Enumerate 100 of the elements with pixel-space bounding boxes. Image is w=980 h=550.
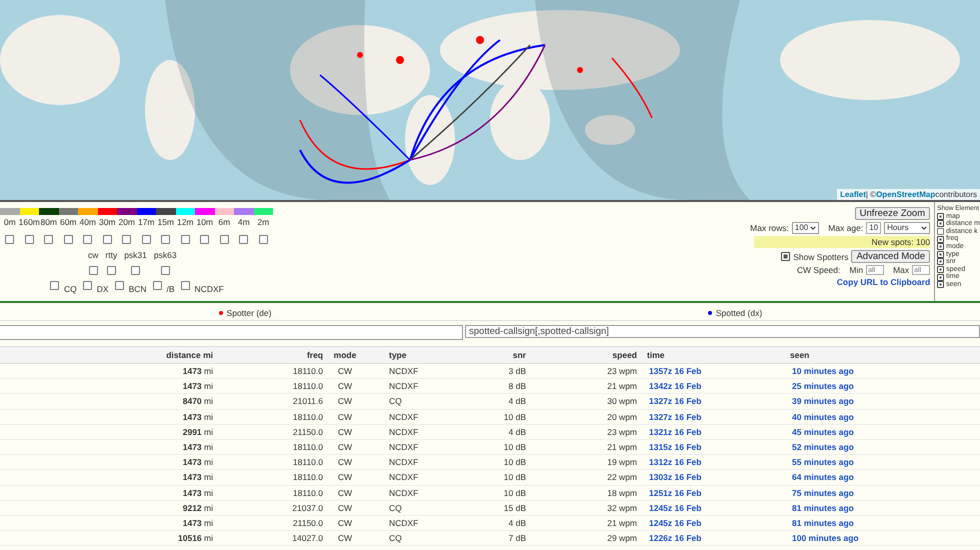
table-cell-text: 1473 mi	[182, 412, 213, 422]
band-checkbox[interactable]	[102, 235, 112, 244]
spotted-filter-field[interactable]: spotted-callsign[,spotted-callsign]	[465, 325, 980, 338]
table-link[interactable]: 1226z 16 Feb	[637, 533, 792, 544]
element-checkbox[interactable]	[937, 281, 944, 288]
table-link[interactable]: 1315z 16 Feb	[637, 442, 792, 452]
table-cell-text: CW	[336, 366, 354, 376]
table-link[interactable]: 1327z 16 Feb	[637, 412, 792, 422]
column-header[interactable]: mode	[325, 350, 365, 360]
band-checkbox[interactable]	[24, 235, 34, 244]
table-cell-text: 21011.6	[292, 396, 323, 406]
mode-label: psk63	[154, 250, 177, 260]
spotter-filter-field[interactable]	[0, 325, 463, 340]
table-link[interactable]: 1357z 16 Feb	[637, 366, 792, 376]
mode-checkbox[interactable]	[131, 266, 140, 275]
mode-checkbox[interactable]	[106, 266, 116, 275]
mode-checkbox[interactable]	[88, 266, 98, 275]
band-checkbox[interactable]	[258, 235, 268, 244]
age-unit-select[interactable]: Hours	[884, 222, 930, 234]
table-cell-text: 18110.0	[292, 366, 323, 376]
band-label: 15m	[157, 217, 174, 227]
table-link[interactable]: 1245z 16 Feb	[637, 502, 792, 513]
column-header[interactable]: distance mi	[0, 350, 213, 360]
band-checkbox[interactable]	[220, 235, 229, 244]
table-link[interactable]: 1342z 16 Feb	[637, 381, 792, 392]
copy-url-link[interactable]: Copy URL to Clipboard	[836, 277, 930, 287]
type-checkbox[interactable]	[82, 281, 92, 290]
table-cell-text: CW	[336, 472, 354, 482]
table-cell-text: 18110.0	[292, 472, 323, 482]
table-link[interactable]: 81 minutes ago	[792, 502, 942, 513]
show-spotters-checkbox[interactable]	[781, 252, 790, 261]
element-checkbox[interactable]	[937, 250, 944, 258]
element-checkbox[interactable]	[937, 212, 944, 220]
element-checkbox[interactable]	[937, 258, 944, 266]
max-rows-select[interactable]: 100	[792, 222, 820, 234]
band-label: 80m	[40, 217, 58, 227]
table-cell-text: 8470 mi	[182, 396, 213, 406]
table-link[interactable]: 1251z 16 Feb	[637, 488, 792, 498]
element-checkbox[interactable]	[937, 274, 944, 281]
table-cell-text: 15 dB	[502, 502, 526, 513]
table-link[interactable]: 25 minutes ago	[792, 381, 942, 392]
column-header[interactable]: freq	[213, 350, 323, 360]
element-checkbox[interactable]	[937, 236, 944, 243]
element-checkbox[interactable]	[937, 266, 944, 274]
table-cell-text: 10 dB	[502, 412, 526, 422]
table-link[interactable]: 81 minutes ago	[792, 518, 942, 528]
band-label: 2m	[257, 217, 270, 227]
table-cell-text: 1473 mi	[182, 518, 213, 528]
table-link[interactable]: 39 minutes ago	[792, 396, 942, 406]
column-header[interactable]: time	[637, 350, 790, 360]
band-checkbox[interactable]	[161, 235, 170, 244]
band-checkbox[interactable]	[83, 235, 92, 244]
openstreetmap-link[interactable]: OpenStreetMap	[876, 190, 936, 199]
type-checkbox[interactable]	[152, 281, 162, 290]
table-link[interactable]: 100 minutes ago	[792, 533, 942, 544]
table-cell-text: CW	[336, 457, 354, 468]
table-cell-text: 10 dB	[502, 488, 526, 498]
table-link[interactable]: 1245z 16 Feb	[637, 518, 792, 528]
band-checkbox[interactable]	[122, 235, 132, 244]
band-checkbox[interactable]	[200, 235, 210, 244]
element-checkbox[interactable]	[937, 243, 944, 250]
column-header[interactable]: snr	[459, 350, 526, 360]
band-checkbox[interactable]	[180, 235, 190, 244]
table-link[interactable]: 1312z 16 Feb	[637, 457, 792, 468]
table-link[interactable]: 75 minutes ago	[792, 488, 942, 498]
element-checkbox[interactable]	[937, 220, 944, 228]
column-header[interactable]: type	[365, 350, 459, 360]
mode-label: rtty	[105, 250, 118, 260]
band-checkbox[interactable]	[44, 235, 54, 244]
type-label: NCDXF	[194, 284, 224, 294]
leaflet-link[interactable]: Leaflet	[840, 190, 866, 199]
band-checkbox[interactable]	[142, 235, 151, 244]
table-link[interactable]: 10 minutes ago	[792, 366, 942, 376]
band-checkbox[interactable]	[5, 235, 14, 244]
column-header[interactable]: speed	[526, 350, 637, 360]
table-link[interactable]: 40 minutes ago	[792, 412, 942, 422]
table-cell-text: 18110.0	[292, 412, 323, 422]
table-link[interactable]: 55 minutes ago	[792, 457, 942, 468]
table-link[interactable]: 1327z 16 Feb	[637, 396, 792, 406]
table-link[interactable]: 45 minutes ago	[792, 426, 942, 437]
type-checkbox[interactable]	[50, 281, 59, 290]
column-header[interactable]: seen	[790, 350, 940, 360]
element-checkbox[interactable]	[937, 228, 944, 236]
unfreeze-zoom-button[interactable]: Unfreeze Zoom	[854, 207, 930, 220]
table-cell-text: CW	[336, 426, 354, 437]
table-link[interactable]: 1303z 16 Feb	[637, 472, 792, 482]
table-link[interactable]: 52 minutes ago	[792, 442, 942, 452]
type-checkbox[interactable]	[114, 281, 124, 290]
table-cell-text: NCDXF	[388, 457, 420, 468]
table-link[interactable]: 1321z 16 Feb	[637, 426, 792, 437]
type-checkbox[interactable]	[180, 281, 190, 290]
table-link[interactable]: 64 minutes ago	[792, 472, 942, 482]
advanced-mode-button[interactable]: Advanced Mode	[851, 250, 930, 263]
table-cell-text: 1473 mi	[182, 442, 213, 452]
band-label: 40m	[79, 217, 96, 227]
band-checkbox[interactable]	[64, 235, 73, 244]
max-age-field[interactable]: 10	[866, 222, 882, 234]
type-label: BCN	[128, 284, 147, 294]
band-checkbox[interactable]	[239, 235, 248, 244]
mode-checkbox[interactable]	[160, 266, 170, 275]
